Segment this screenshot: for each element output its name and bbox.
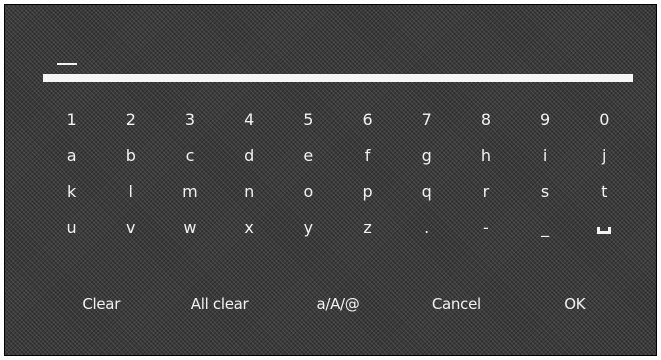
key-9[interactable]: 9 bbox=[516, 101, 575, 137]
space-bar-icon bbox=[597, 226, 612, 234]
key-space[interactable] bbox=[575, 209, 634, 245]
key-6[interactable]: 6 bbox=[338, 101, 397, 137]
key-x[interactable]: x bbox=[220, 209, 279, 245]
key-7[interactable]: 7 bbox=[397, 101, 456, 137]
key-u[interactable]: u bbox=[42, 209, 101, 245]
key-4[interactable]: 4 bbox=[220, 101, 279, 137]
all-clear-button[interactable]: All clear bbox=[160, 286, 278, 322]
key-0[interactable]: 0 bbox=[575, 101, 634, 137]
key-h[interactable]: h bbox=[456, 137, 515, 173]
key-r[interactable]: r bbox=[456, 173, 515, 209]
action-row: Clear All clear a/A/@ Cancel OK bbox=[42, 286, 634, 322]
key-grid: 1 2 3 4 5 6 7 8 9 0 a b c d e f g h i j … bbox=[42, 101, 634, 245]
key-b[interactable]: b bbox=[101, 137, 160, 173]
key-underscore[interactable]: _ bbox=[516, 209, 575, 245]
cancel-button[interactable]: Cancel bbox=[397, 286, 515, 322]
key-2[interactable]: 2 bbox=[101, 101, 160, 137]
text-input-field[interactable] bbox=[43, 74, 633, 82]
key-k[interactable]: k bbox=[42, 173, 101, 209]
text-cursor bbox=[57, 63, 77, 65]
key-l[interactable]: l bbox=[101, 173, 160, 209]
clear-button[interactable]: Clear bbox=[42, 286, 160, 322]
key-5[interactable]: 5 bbox=[279, 101, 338, 137]
key-s[interactable]: s bbox=[516, 173, 575, 209]
case-mode-toggle-button[interactable]: a/A/@ bbox=[279, 286, 397, 322]
key-m[interactable]: m bbox=[160, 173, 219, 209]
key-v[interactable]: v bbox=[101, 209, 160, 245]
key-f[interactable]: f bbox=[338, 137, 397, 173]
key-a[interactable]: a bbox=[42, 137, 101, 173]
key-n[interactable]: n bbox=[220, 173, 279, 209]
key-8[interactable]: 8 bbox=[456, 101, 515, 137]
key-1[interactable]: 1 bbox=[42, 101, 101, 137]
key-o[interactable]: o bbox=[279, 173, 338, 209]
key-g[interactable]: g bbox=[397, 137, 456, 173]
ok-button[interactable]: OK bbox=[516, 286, 634, 322]
key-j[interactable]: j bbox=[575, 137, 634, 173]
key-w[interactable]: w bbox=[160, 209, 219, 245]
key-d[interactable]: d bbox=[220, 137, 279, 173]
key-3[interactable]: 3 bbox=[160, 101, 219, 137]
key-e[interactable]: e bbox=[279, 137, 338, 173]
key-q[interactable]: q bbox=[397, 173, 456, 209]
on-screen-keyboard: 1 2 3 4 5 6 7 8 9 0 a b c d e f g h i j … bbox=[4, 4, 657, 356]
key-i[interactable]: i bbox=[516, 137, 575, 173]
key-y[interactable]: y bbox=[279, 209, 338, 245]
key-period[interactable]: . bbox=[397, 209, 456, 245]
key-t[interactable]: t bbox=[575, 173, 634, 209]
key-p[interactable]: p bbox=[338, 173, 397, 209]
key-z[interactable]: z bbox=[338, 209, 397, 245]
key-hyphen[interactable]: - bbox=[456, 209, 515, 245]
key-c[interactable]: c bbox=[160, 137, 219, 173]
